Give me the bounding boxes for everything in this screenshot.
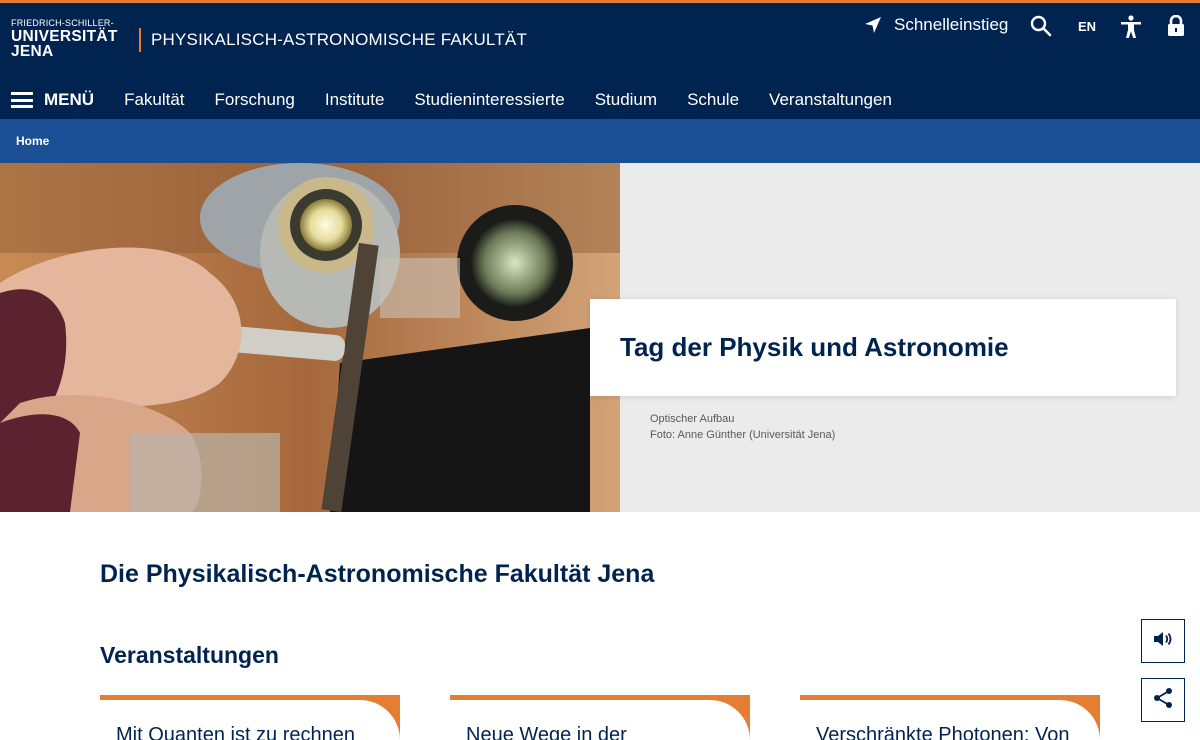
accessibility-button[interactable] — [1120, 15, 1142, 39]
logo-line-1: FRIEDRICH-SCHILLER- — [11, 18, 114, 28]
navigation-arrow-icon — [864, 16, 882, 34]
faculty-title[interactable]: PHYSIKALISCH-ASTRONOMISCHE FAKULTÄT — [151, 30, 527, 50]
accessibility-icon — [1120, 15, 1142, 39]
event-card-body: Verschränkte Photonen: Von — [800, 700, 1100, 740]
event-card-title: Mit Quanten ist zu rechnen — [116, 724, 356, 740]
speaker-icon — [1153, 631, 1173, 652]
nav-item-studieninteressierte[interactable]: Studieninteressierte — [414, 90, 564, 110]
site-header: FRIEDRICH-SCHILLER- UNIVERSITÄT JENA PHY… — [0, 0, 1200, 119]
lock-icon — [1167, 15, 1185, 37]
read-aloud-button[interactable] — [1141, 619, 1185, 663]
hero-caption: Optischer Aufbau Foto: Anne Günther (Uni… — [650, 411, 835, 443]
nav-item-schule[interactable]: Schule — [687, 90, 739, 110]
events-heading: Veranstaltungen — [100, 642, 279, 668]
hero-photo — [0, 163, 620, 512]
hero-section: Tag der Physik und Astronomie Optischer … — [0, 163, 1200, 512]
caption-line-2: Foto: Anne Günther (Universität Jena) — [650, 429, 836, 441]
main-navigation: MENÜ Fakultät Forschung Institute Studie… — [0, 87, 892, 113]
menu-label: MENÜ — [44, 90, 95, 109]
nav-item-forschung[interactable]: Forschung — [215, 90, 295, 110]
nav-item-fakultaet[interactable]: Fakultät — [124, 90, 184, 110]
hero-title: Tag der Physik und Astronomie — [620, 332, 1009, 362]
share-button[interactable] — [1141, 678, 1185, 722]
quick-access-button[interactable]: Schnelleinstieg — [864, 15, 1008, 35]
language-switch[interactable]: EN — [1078, 19, 1096, 34]
logo-line-3: JENA — [11, 42, 54, 60]
university-logo[interactable]: FRIEDRICH-SCHILLER- UNIVERSITÄT JENA — [11, 19, 118, 59]
event-card-title: Verschränkte Photonen: Von — [816, 724, 1070, 740]
event-card-title: Neue Wege in der — [466, 724, 627, 740]
nav-item-institute[interactable]: Institute — [325, 90, 385, 110]
quick-access-label: Schnelleinstieg — [894, 15, 1009, 34]
breadcrumb-home[interactable]: Home — [16, 134, 49, 148]
event-card[interactable]: Neue Wege in der — [450, 695, 750, 740]
event-card-body: Mit Quanten ist zu rechnen — [100, 700, 400, 740]
nav-item-studium[interactable]: Studium — [595, 90, 657, 110]
faculty-divider — [139, 28, 141, 52]
hero-title-card[interactable]: Tag der Physik und Astronomie — [590, 299, 1176, 396]
event-card-body: Neue Wege in der — [450, 700, 750, 740]
login-button[interactable] — [1167, 15, 1185, 37]
nav-item-veranstaltungen[interactable]: Veranstaltungen — [769, 90, 892, 110]
search-icon — [1030, 15, 1052, 37]
page-heading: Die Physikalisch-Astronomische Fakultät … — [100, 560, 655, 588]
event-card[interactable]: Mit Quanten ist zu rechnen — [100, 695, 400, 740]
menu-button[interactable]: MENÜ — [11, 90, 94, 110]
hamburger-icon — [11, 92, 33, 108]
event-card[interactable]: Verschränkte Photonen: Von — [800, 695, 1100, 740]
caption-line-1: Optischer Aufbau — [650, 413, 735, 425]
share-icon — [1152, 687, 1174, 714]
search-button[interactable] — [1030, 15, 1052, 37]
breadcrumb: Home — [0, 119, 1200, 163]
